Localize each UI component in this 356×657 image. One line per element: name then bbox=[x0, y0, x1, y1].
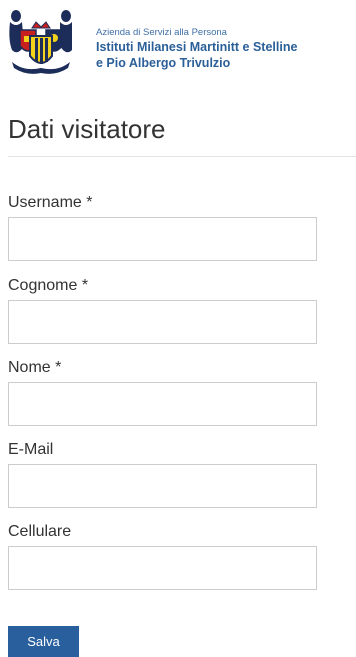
page-title: Dati visitatore bbox=[8, 114, 166, 144]
username-label: Username * bbox=[8, 194, 93, 211]
cellulare-label: Cellulare bbox=[8, 523, 72, 540]
nome-label: Nome * bbox=[8, 359, 62, 376]
email-input[interactable] bbox=[8, 464, 317, 508]
cellulare-input[interactable] bbox=[8, 546, 317, 590]
email-label: E-Mail bbox=[8, 441, 54, 458]
save-button[interactable]: Salva bbox=[8, 626, 79, 657]
title-divider bbox=[8, 156, 356, 157]
logo bbox=[6, 6, 76, 76]
organization-name: Azienda di Servizi alla Persona Istituti… bbox=[96, 27, 356, 71]
organization-name-line2: e Pio Albergo Trivulzio bbox=[96, 56, 231, 70]
organization-subtitle: Azienda di Servizi alla Persona bbox=[96, 27, 227, 38]
cognome-label: Cognome * bbox=[8, 277, 89, 294]
username-input[interactable] bbox=[8, 217, 317, 261]
site-header: Azienda di Servizi alla Persona Istituti… bbox=[0, 0, 356, 82]
nome-input[interactable] bbox=[8, 382, 317, 426]
coat-of-arms-icon bbox=[9, 10, 72, 74]
cognome-input[interactable] bbox=[8, 300, 317, 344]
organization-name-line1: Istituti Milanesi Martinitt e Stelline bbox=[96, 40, 298, 54]
